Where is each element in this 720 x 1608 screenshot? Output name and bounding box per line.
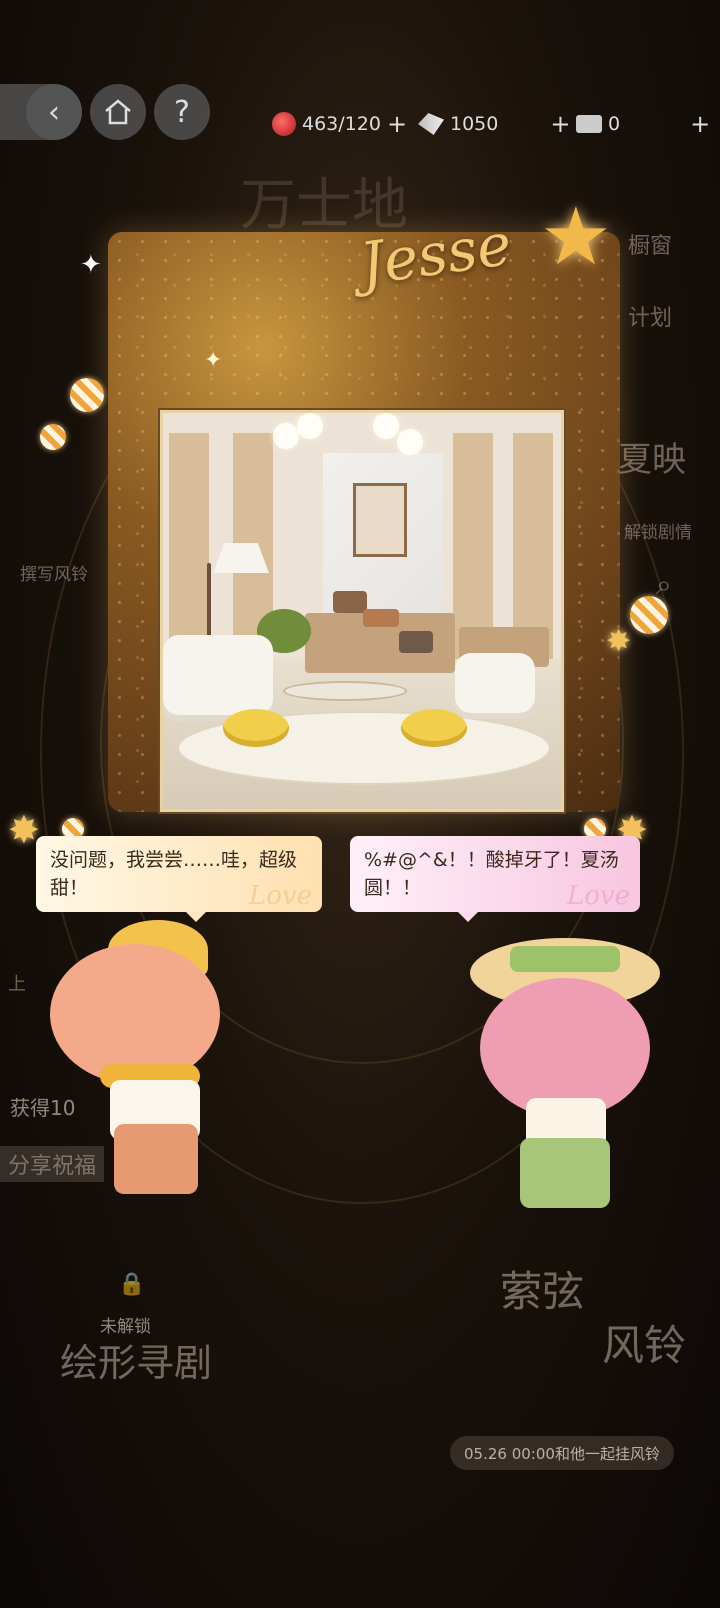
- wing-coin-icon: [418, 113, 444, 135]
- candy-icon: [70, 378, 104, 412]
- dialogue-bubble-left: 没问题，我尝尝……哇，超级甜！ Love: [36, 836, 322, 922]
- bottom-date-text: 05.26 00:00和他一起挂风铃: [464, 1444, 660, 1463]
- resource-coin: 1050 +: [418, 110, 570, 138]
- boy-head: [50, 944, 220, 1084]
- ticket-icon: [576, 115, 602, 133]
- chevron-left-icon: ‹: [48, 94, 60, 130]
- bubble-love-deco: Love: [567, 881, 630, 911]
- sparkle-icon: ✦: [80, 250, 102, 280]
- sparkle-icon: ✦: [204, 348, 223, 373]
- dialogue-bubble-right: %#@^&！！酸掉牙了！夏汤圆！！ Love: [350, 836, 640, 922]
- cake: [333, 591, 367, 613]
- apple-icon: [272, 112, 296, 136]
- resource-apple: 463/120 +: [272, 110, 407, 138]
- chandelier-ball: [273, 423, 299, 449]
- bottom-right-title-1: 萦弦: [500, 1267, 585, 1316]
- sofa-right: [455, 653, 535, 719]
- help-label: ?: [174, 94, 190, 130]
- bottom-right-title-2: 风铃: [602, 1321, 687, 1370]
- resource-coin-value: 1050: [450, 113, 499, 135]
- bottom-date-pill: 05.26 00:00和他一起挂风铃: [450, 1436, 674, 1470]
- room-image: [158, 408, 566, 814]
- home-button[interactable]: [90, 84, 146, 140]
- cake: [363, 609, 399, 627]
- resource-coin-plus[interactable]: +: [550, 110, 570, 138]
- girl-hat-ribbon: [510, 946, 620, 972]
- help-button[interactable]: ?: [154, 84, 210, 140]
- bg-unlock-story: 解锁剧情: [624, 523, 692, 543]
- resource-apple-plus[interactable]: +: [387, 110, 407, 138]
- lock-icon: 🔒: [118, 1272, 146, 1297]
- cake: [399, 631, 433, 653]
- home-icon: [105, 99, 131, 125]
- room-panel: [169, 433, 209, 663]
- bg-write-chime: 撰写风铃: [20, 565, 88, 585]
- bubble-tail: [458, 912, 478, 922]
- chandelier-ball: [373, 413, 399, 439]
- back-button[interactable]: ‹: [26, 84, 82, 140]
- boy-pants: [114, 1124, 198, 1194]
- resource-ticket-value: 0: [608, 113, 621, 135]
- coffee-table: [283, 681, 407, 701]
- chandelier-ball: [397, 429, 423, 455]
- chandelier-ball: [297, 413, 323, 439]
- search-icon: ⌕: [656, 568, 672, 601]
- candy-icon: [630, 596, 668, 634]
- wall-art: [353, 483, 407, 557]
- bg-side-right-2: 计划: [628, 306, 673, 331]
- candy-icon: [40, 424, 66, 450]
- girl-hair: [480, 978, 650, 1118]
- star-icon: ★: [540, 190, 612, 283]
- character-boy: [40, 914, 240, 1214]
- character-girl: [470, 928, 670, 1228]
- pouf: [223, 709, 289, 747]
- pouf: [401, 709, 467, 747]
- girl-skirt: [520, 1138, 610, 1208]
- resource-ticket: 0 +: [576, 110, 710, 138]
- bg-replay: 夏映: [618, 440, 686, 480]
- bottom-left-title: 绘形寻剧: [60, 1341, 213, 1385]
- bg-prev: 上: [8, 974, 26, 995]
- star-icon: ✸: [606, 624, 632, 659]
- resource-ticket-plus[interactable]: +: [690, 110, 710, 138]
- bg-side-right-1: 橱窗: [628, 234, 673, 259]
- resource-apple-value: 463/120: [302, 113, 381, 135]
- bubble-love-deco: Love: [249, 881, 312, 911]
